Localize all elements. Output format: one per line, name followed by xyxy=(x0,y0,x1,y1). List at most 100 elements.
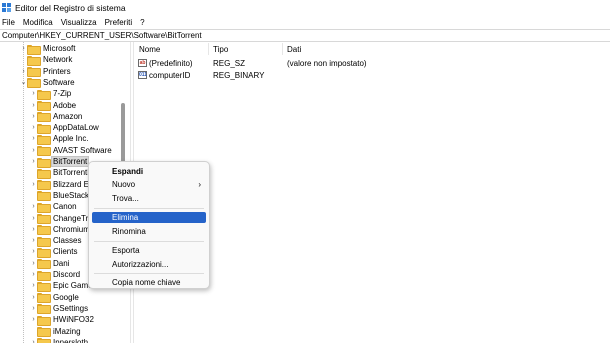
tree-item[interactable]: › ChangeTra xyxy=(30,213,94,224)
tree-item-label: Microsoft xyxy=(43,44,76,53)
menu-file[interactable]: File xyxy=(0,18,19,27)
tree-item[interactable]: › GSettings xyxy=(30,303,89,315)
tree-item[interactable]: › AVAST Software xyxy=(30,145,113,157)
folder-icon xyxy=(37,123,51,134)
menu-separator xyxy=(94,241,204,242)
chevron-right-icon[interactable]: › xyxy=(30,258,37,269)
tree-item[interactable]: › Blizzard En xyxy=(30,179,94,191)
folder-icon xyxy=(27,44,41,55)
tree-item[interactable]: › Canon xyxy=(30,201,78,213)
chevron-right-icon[interactable]: › xyxy=(30,156,37,167)
chevron-right-icon[interactable]: › xyxy=(30,201,37,212)
tree-item-label: Network xyxy=(43,55,73,65)
chevron-down-icon[interactable]: ⌄ xyxy=(20,77,27,88)
chevron-right-icon[interactable]: › xyxy=(30,246,37,257)
tree-item[interactable]: iMazing xyxy=(30,326,82,337)
chevron-right-icon[interactable]: › xyxy=(30,292,37,303)
tree-item[interactable]: BitTorrentP xyxy=(30,167,94,179)
menu-item-new[interactable]: Nuovo › xyxy=(92,179,206,190)
value-row[interactable]: 011 computerID REG_BINARY xyxy=(135,69,287,81)
tree-item[interactable]: › Amazon xyxy=(30,111,83,123)
menu-item-copy-key-name[interactable]: Copia nome chiave xyxy=(92,277,206,288)
tree-item-label: Chromium xyxy=(53,224,90,234)
folder-icon xyxy=(37,89,51,100)
tree-item-label: Adobe xyxy=(53,100,77,110)
tree-item[interactable]: › Google xyxy=(30,292,80,304)
tree-item[interactable]: › Printers xyxy=(20,66,72,78)
chevron-right-icon[interactable]: › xyxy=(30,122,37,133)
menu-separator xyxy=(94,273,204,274)
column-type-header[interactable]: Tipo xyxy=(209,43,283,55)
column-name-header[interactable]: Nome xyxy=(135,43,209,55)
chevron-right-icon[interactable]: › xyxy=(30,145,37,156)
chevron-right-icon[interactable]: › xyxy=(30,133,37,144)
menu-help[interactable]: ? xyxy=(136,18,148,27)
folder-icon xyxy=(37,270,51,281)
tree-item[interactable]: › BitTorrent xyxy=(30,156,90,168)
menu-item-find[interactable]: Trova... xyxy=(92,193,206,204)
menu-item-expand[interactable]: Espandi xyxy=(92,166,206,177)
submenu-arrow-icon: › xyxy=(198,180,201,189)
tree-item-label: Canon xyxy=(53,202,77,212)
folder-icon xyxy=(37,338,51,343)
menu-item-rename[interactable]: Rinomina xyxy=(92,226,206,237)
menu-preferiti[interactable]: Preferiti xyxy=(101,18,137,27)
tree-item[interactable]: ⌄ Software xyxy=(20,77,76,89)
tree-item[interactable]: › Microsoft xyxy=(20,43,76,55)
address-bar[interactable]: Computer\HKEY_CURRENT_USER\Software\BitT… xyxy=(0,29,610,42)
tree-item[interactable]: › Innersloth xyxy=(30,337,89,343)
chevron-right-icon[interactable]: › xyxy=(30,235,37,246)
tree-item[interactable]: › Adobe xyxy=(30,100,77,111)
tree-item-label: Innersloth xyxy=(53,337,89,343)
value-row[interactable]: ab (Predefinito) REG_SZ (valore non impo… xyxy=(135,57,367,69)
menu-item-new-label: Nuovo xyxy=(112,180,136,189)
tree-item[interactable]: › 7-Zip xyxy=(30,88,72,100)
chevron-right-icon[interactable]: › xyxy=(30,337,37,343)
tree-item[interactable]: › Chromium xyxy=(30,224,91,236)
chevron-right-icon[interactable]: › xyxy=(30,280,37,291)
folder-icon xyxy=(37,327,51,337)
value-name: computerID xyxy=(149,70,191,80)
tree-item[interactable]: › Epic Game xyxy=(30,280,94,292)
menu-visualizza[interactable]: Visualizza xyxy=(57,18,101,27)
folder-icon xyxy=(37,214,51,224)
tree-item[interactable]: › Apple Inc. xyxy=(30,133,90,145)
address-path[interactable]: Computer\HKEY_CURRENT_USER\Software\BitT… xyxy=(2,31,202,40)
chevron-right-icon[interactable]: › xyxy=(30,269,37,280)
menu-item-permissions[interactable]: Autorizzazioni... xyxy=(92,259,206,270)
tree-item[interactable]: BlueStacks xyxy=(30,190,94,202)
menu-item-delete[interactable]: Elimina xyxy=(92,212,206,223)
chevron-right-icon[interactable]: › xyxy=(30,303,37,314)
tree-item[interactable]: › HWiNFO32 xyxy=(30,314,95,326)
menu-modifica[interactable]: Modifica xyxy=(19,18,57,27)
tree-item[interactable]: › Discord xyxy=(30,269,81,281)
tree-item-label: BitTorrent xyxy=(50,156,90,167)
chevron-right-icon[interactable]: › xyxy=(30,314,37,325)
tree-item[interactable]: › Classes xyxy=(30,235,82,247)
chevron-right-icon[interactable]: › xyxy=(30,100,37,111)
tree-item[interactable]: Network xyxy=(20,54,73,66)
tree-item-label: iMazing xyxy=(53,326,81,336)
column-data-header[interactable]: Dati xyxy=(283,43,610,55)
folder-icon xyxy=(37,146,51,157)
values-header: Nome Tipo Dati xyxy=(135,43,610,55)
folder-icon xyxy=(37,281,51,292)
chevron-right-icon[interactable]: › xyxy=(20,43,27,54)
menu-item-export[interactable]: Esporta xyxy=(92,245,206,256)
folder-icon xyxy=(37,315,51,326)
chevron-right-icon[interactable]: › xyxy=(30,224,37,235)
tree-item[interactable]: › Dani xyxy=(30,258,70,270)
binary-value-icon: 011 xyxy=(138,71,148,79)
chevron-right-icon[interactable]: › xyxy=(30,111,37,122)
string-value-icon: ab xyxy=(138,59,147,67)
chevron-right-icon[interactable]: › xyxy=(30,88,37,99)
chevron-right-icon[interactable]: › xyxy=(30,213,37,224)
chevron-right-icon[interactable]: › xyxy=(20,66,27,77)
tree-item[interactable]: › AppDataLow xyxy=(30,122,100,134)
chevron-right-icon[interactable]: › xyxy=(30,179,37,190)
folder-icon xyxy=(37,225,51,236)
tree-item[interactable]: › Clients xyxy=(30,246,78,258)
tree-item-label: Clients xyxy=(53,247,78,257)
folder-icon xyxy=(27,78,41,89)
